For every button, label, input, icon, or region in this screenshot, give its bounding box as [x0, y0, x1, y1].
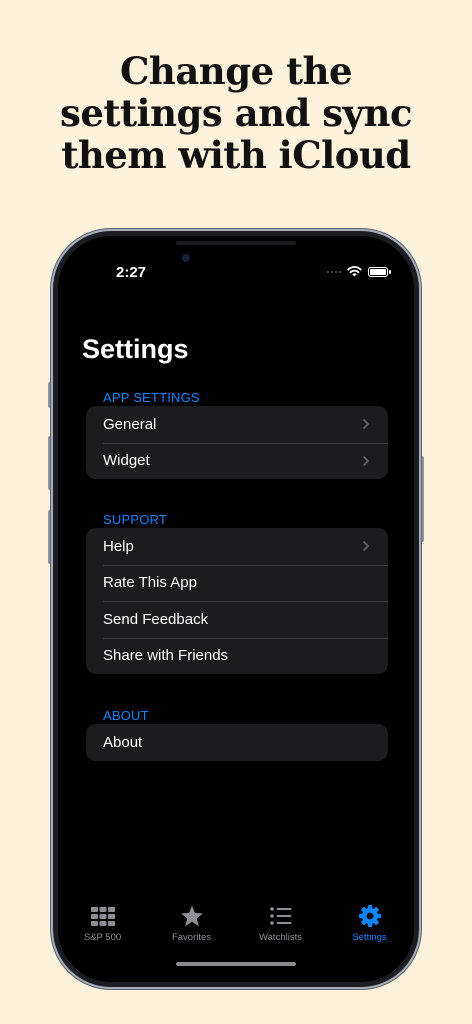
row-label: Help — [103, 537, 134, 555]
tab-label: Favorites — [171, 932, 212, 943]
section-header-app-settings: APP SETTINGS — [103, 390, 200, 405]
chevron-right-icon — [363, 541, 369, 551]
tab-bar: S&P 500 Favorites Watchlists Settings — [58, 904, 414, 954]
about-group: About — [86, 724, 388, 761]
grid-icon — [90, 907, 115, 926]
status-indicators — [327, 266, 391, 277]
settings-row-help[interactable]: Help — [86, 528, 388, 565]
tab-sp500[interactable]: S&P 500 — [63, 904, 143, 954]
section-header-support: SUPPORT — [103, 512, 168, 527]
settings-row-send-feedback[interactable]: Send Feedback — [86, 601, 388, 638]
support-group: Help Rate This App Send Feedback Share w… — [86, 528, 388, 674]
page-title: Settings — [82, 334, 189, 364]
row-label: Rate This App — [103, 574, 197, 592]
tab-settings[interactable]: Settings — [330, 904, 410, 954]
chevron-right-icon — [363, 455, 369, 466]
tab-watchlists[interactable]: Watchlists — [241, 904, 321, 954]
phone-frame: 2:27 Settings APP SETTINGS General Widge… — [53, 231, 419, 987]
home-indicator[interactable] — [176, 962, 296, 966]
headline-line-3: them with iCloud — [61, 133, 411, 177]
dynamic-island — [176, 241, 296, 245]
chevron-right-icon — [363, 419, 369, 429]
settings-row-general[interactable]: General — [86, 406, 388, 443]
phone-power-button — [420, 456, 424, 542]
list-icon — [269, 907, 291, 925]
tab-label: Settings — [352, 932, 387, 943]
phone-volume-up-button — [48, 436, 52, 490]
phone-action-button — [48, 382, 52, 408]
row-label: Send Feedback — [103, 610, 209, 628]
battery-icon — [368, 266, 391, 277]
tab-label: S&P 500 — [83, 932, 122, 943]
headline: Change the settings and sync them with i… — [0, 50, 472, 176]
row-label: About — [103, 733, 143, 751]
row-label: General — [103, 415, 157, 433]
app-settings-group: General Widget — [86, 406, 388, 479]
wifi-icon — [347, 266, 362, 277]
settings-row-rate-this-app[interactable]: Rate This App — [86, 564, 388, 602]
phone-volume-down-button — [48, 510, 52, 564]
cellular-signal-icon — [327, 270, 341, 273]
tab-favorites[interactable]: Favorites — [152, 904, 232, 954]
settings-row-widget[interactable]: Widget — [86, 442, 388, 480]
headline-line-2: settings and sync — [60, 91, 412, 135]
section-header-about: ABOUT — [103, 708, 149, 723]
front-camera — [182, 254, 190, 262]
settings-row-about[interactable]: About — [86, 724, 388, 761]
star-icon — [180, 905, 203, 927]
gear-icon — [358, 905, 381, 927]
status-time: 2:27 — [116, 264, 147, 281]
row-label: Share with Friends — [103, 647, 229, 665]
settings-row-share-with-friends[interactable]: Share with Friends — [86, 637, 388, 675]
headline-line-1: Change the — [119, 49, 353, 93]
tab-label: Watchlists — [259, 932, 302, 943]
row-label: Widget — [103, 452, 150, 470]
phone-screen: 2:27 Settings APP SETTINGS General Widge… — [58, 236, 414, 982]
